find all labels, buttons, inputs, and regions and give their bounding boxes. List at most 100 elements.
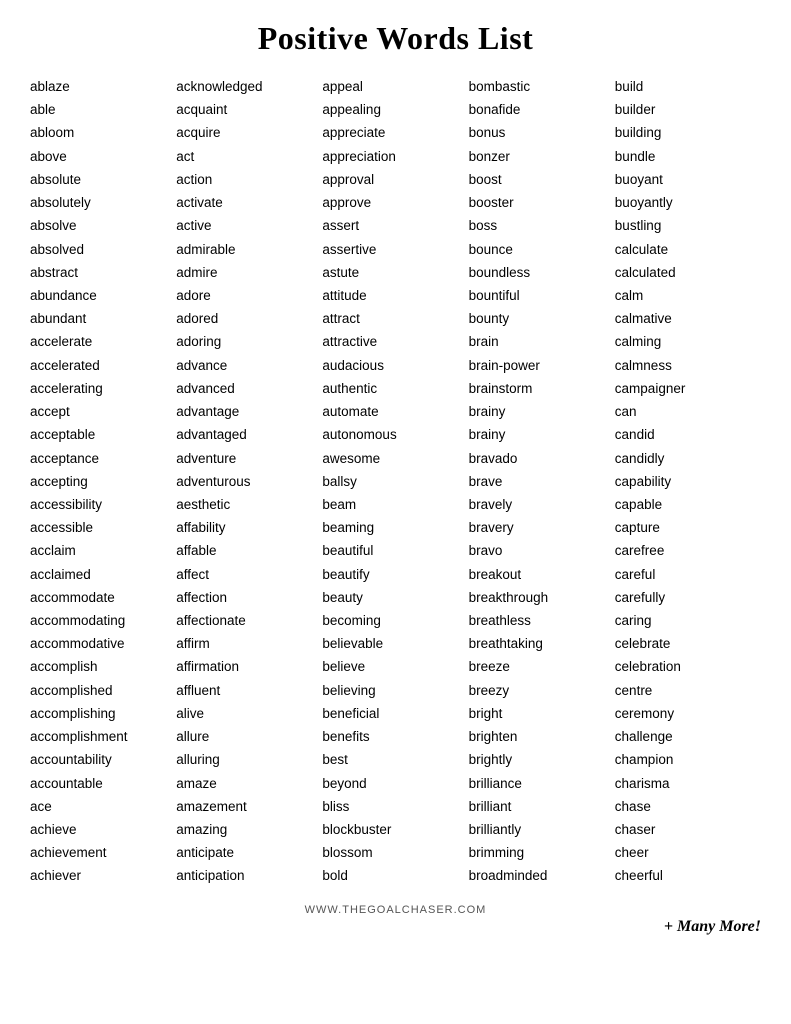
word-item: acclaimed [30, 563, 176, 586]
word-item: approval [322, 168, 468, 191]
word-item: breathless [469, 609, 615, 632]
word-item: becoming [322, 609, 468, 632]
word-item: accommodate [30, 586, 176, 609]
word-item: bravado [469, 447, 615, 470]
word-item: advantaged [176, 423, 322, 446]
word-item: builder [615, 98, 761, 121]
word-item: cheer [615, 841, 761, 864]
word-item: calming [615, 330, 761, 353]
word-item: benefits [322, 725, 468, 748]
word-item: adventurous [176, 470, 322, 493]
word-item: abloom [30, 121, 176, 144]
word-item: accessible [30, 516, 176, 539]
word-item: campaigner [615, 377, 761, 400]
word-item: blossom [322, 841, 468, 864]
word-item: adored [176, 307, 322, 330]
word-item: best [322, 748, 468, 771]
word-item: beaming [322, 516, 468, 539]
word-item: attract [322, 307, 468, 330]
word-item: calculate [615, 238, 761, 261]
word-item: audacious [322, 354, 468, 377]
word-item: absolute [30, 168, 176, 191]
word-item: accomplishing [30, 702, 176, 725]
word-item: assert [322, 214, 468, 237]
word-item: breakout [469, 563, 615, 586]
word-item: challenge [615, 725, 761, 748]
word-item: attitude [322, 284, 468, 307]
word-item: bombastic [469, 75, 615, 98]
word-item: bonzer [469, 145, 615, 168]
word-item: achieve [30, 818, 176, 841]
word-item: booster [469, 191, 615, 214]
word-item: affirmation [176, 655, 322, 678]
word-item: bounty [469, 307, 615, 330]
word-item: accelerating [30, 377, 176, 400]
word-column-2: acknowledgedacquaintacquireactactionacti… [176, 75, 322, 888]
word-item: accessibility [30, 493, 176, 516]
word-item: act [176, 145, 322, 168]
word-item: adventure [176, 447, 322, 470]
word-column-1: ablazeableabloomaboveabsoluteabsolutelya… [30, 75, 176, 888]
word-item: calm [615, 284, 761, 307]
word-column-3: appealappealingappreciateappreciationapp… [322, 75, 468, 888]
word-item: bright [469, 702, 615, 725]
word-item: brilliance [469, 772, 615, 795]
word-item: appreciate [322, 121, 468, 144]
word-item: boundless [469, 261, 615, 284]
word-item: astute [322, 261, 468, 284]
word-item: capability [615, 470, 761, 493]
word-item: absolved [30, 238, 176, 261]
word-grid: ablazeableabloomaboveabsoluteabsolutelya… [30, 75, 761, 888]
word-item: beautify [322, 563, 468, 586]
word-item: calmative [615, 307, 761, 330]
word-item: caring [615, 609, 761, 632]
word-item: believe [322, 655, 468, 678]
word-item: bravely [469, 493, 615, 516]
word-item: accomplishment [30, 725, 176, 748]
word-item: broadminded [469, 864, 615, 887]
word-item: appeal [322, 75, 468, 98]
word-item: buoyantly [615, 191, 761, 214]
word-item: accountability [30, 748, 176, 771]
word-item: above [30, 145, 176, 168]
word-item: capture [615, 516, 761, 539]
word-item: breathtaking [469, 632, 615, 655]
word-item: aesthetic [176, 493, 322, 516]
word-item: assertive [322, 238, 468, 261]
word-item: building [615, 121, 761, 144]
word-item: breeze [469, 655, 615, 678]
word-item: brain [469, 330, 615, 353]
word-item: affectionate [176, 609, 322, 632]
word-item: acquaint [176, 98, 322, 121]
word-item: charisma [615, 772, 761, 795]
word-item: autonomous [322, 423, 468, 446]
word-item: advantage [176, 400, 322, 423]
word-item: capable [615, 493, 761, 516]
word-item: bravo [469, 539, 615, 562]
word-item: ballsy [322, 470, 468, 493]
word-item: chase [615, 795, 761, 818]
word-item: affirm [176, 632, 322, 655]
word-item: accommodative [30, 632, 176, 655]
word-item: brighten [469, 725, 615, 748]
word-item: anticipate [176, 841, 322, 864]
word-item: blockbuster [322, 818, 468, 841]
word-item: allure [176, 725, 322, 748]
word-item: candidly [615, 447, 761, 470]
word-item: brainy [469, 400, 615, 423]
word-item: absolutely [30, 191, 176, 214]
word-item: appealing [322, 98, 468, 121]
word-item: carefree [615, 539, 761, 562]
word-item: accomplished [30, 679, 176, 702]
word-item: calculated [615, 261, 761, 284]
word-item: affect [176, 563, 322, 586]
word-item: awesome [322, 447, 468, 470]
word-item: accomplish [30, 655, 176, 678]
word-item: brimming [469, 841, 615, 864]
word-item: boost [469, 168, 615, 191]
word-item: adore [176, 284, 322, 307]
word-item: bounce [469, 238, 615, 261]
word-item: carefully [615, 586, 761, 609]
footer-url: WWW.THEGOALCHASER.COM [30, 904, 761, 916]
word-item: ablaze [30, 75, 176, 98]
